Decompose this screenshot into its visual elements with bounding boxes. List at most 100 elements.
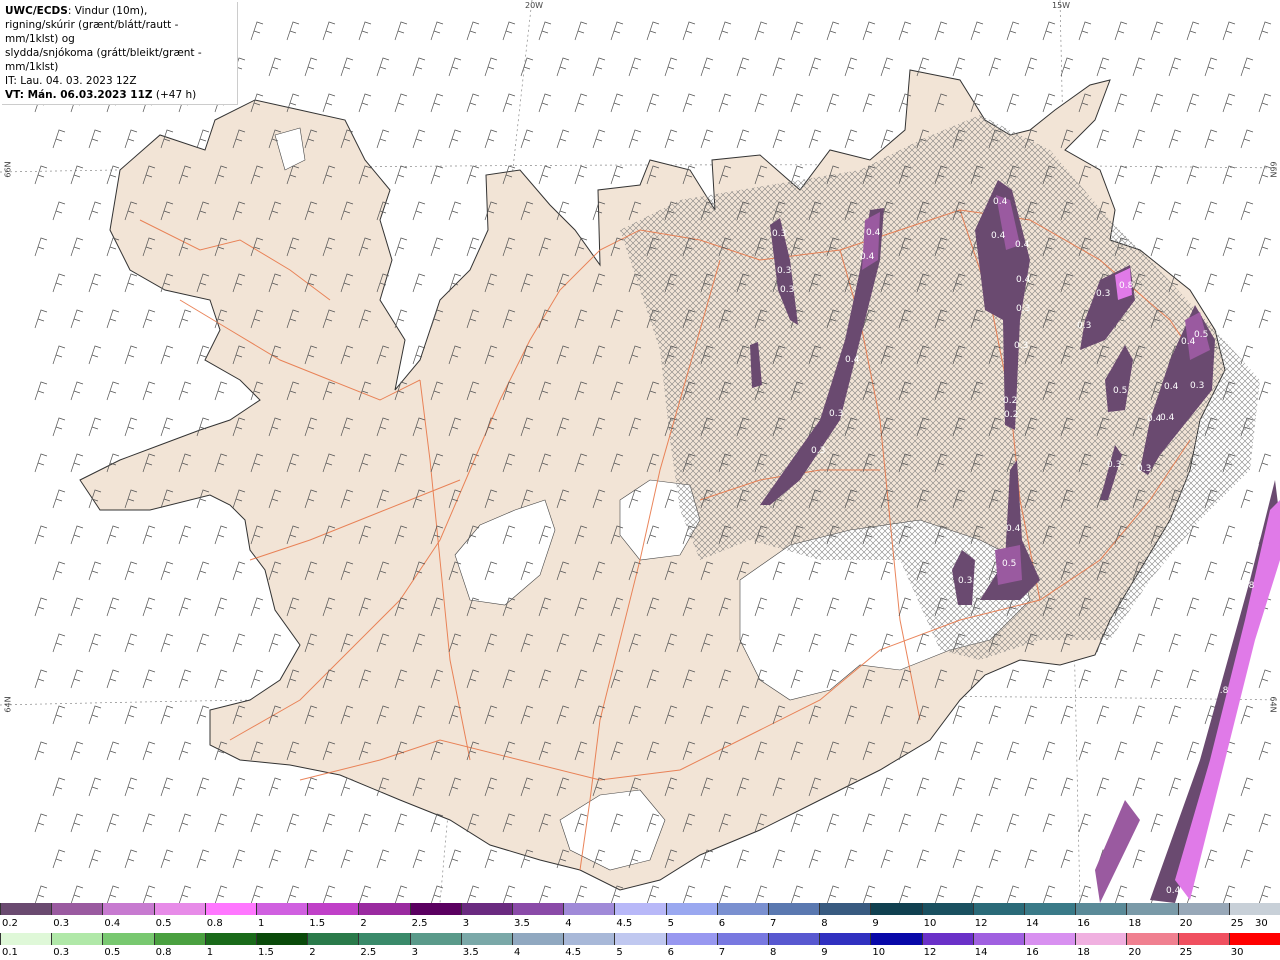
wind-barb — [898, 813, 912, 833]
weather-map: 0.3 0.3 0.3 0.4 0.4 0.4 0.3 0.3 0.4 0.4 0.4 0.4 0.3 0… — [0, 0, 1280, 905]
colorbar-cell — [716, 933, 769, 945]
wind-barb — [1078, 669, 1092, 689]
wind-barb — [1222, 813, 1236, 833]
wind-barb — [124, 417, 138, 437]
precip-value-label: 0.4 — [991, 231, 1006, 241]
wind-barb — [646, 21, 660, 41]
colorbar-tick-label: 12 — [923, 947, 937, 958]
colorbar-tick-label: 3.5 — [514, 918, 530, 929]
colorbar-cell — [153, 933, 205, 945]
header-line-3: slydda/snjókoma (grátt/bleikt/grænt - mm… — [5, 47, 202, 73]
wind-barb — [1150, 165, 1164, 185]
wind-barb — [1060, 705, 1074, 725]
wind-barb — [844, 129, 858, 149]
wind-barb — [682, 93, 696, 113]
wind-barb — [610, 93, 624, 113]
wind-barb — [304, 777, 318, 797]
colorbar-cell — [1126, 933, 1178, 945]
wind-barb — [376, 849, 390, 869]
colorbar-tick-label: 25 — [1179, 947, 1193, 958]
wind-barb — [286, 21, 300, 41]
wind-barb — [1060, 777, 1074, 797]
wind-barb — [520, 129, 534, 149]
wind-barb — [574, 93, 588, 113]
colorbar-tick-label: 0.5 — [104, 947, 121, 958]
precip-value-label: 0.3 — [1107, 460, 1121, 470]
precip-value-label: 0.4 — [866, 228, 881, 238]
colorbar-tick-label: 3.5 — [462, 947, 479, 958]
wind-barb — [1132, 777, 1146, 797]
precip-value-label: 0.3 — [958, 576, 972, 586]
wind-barb — [988, 849, 1002, 869]
colorbar-cell — [921, 933, 973, 945]
wind-barb — [466, 885, 480, 905]
wind-barb — [790, 885, 804, 905]
wind-barb — [1078, 741, 1092, 761]
colorbar-cell — [204, 933, 257, 945]
wind-barb — [142, 885, 156, 905]
wind-barb — [1168, 777, 1182, 797]
wind-barb — [232, 777, 246, 797]
wind-barb — [34, 453, 48, 473]
wind-barb — [862, 93, 876, 113]
wind-barb — [1204, 633, 1218, 653]
wind-barb — [250, 21, 264, 41]
precip-value-label: 0.4 — [993, 197, 1008, 207]
precip-value-label: 0.8 — [1214, 686, 1229, 696]
colorbar-cell — [1177, 903, 1229, 915]
wind-barb — [916, 777, 930, 797]
wind-barb — [394, 21, 408, 41]
colorbar-tick-label: 25 — [1230, 918, 1244, 929]
wind-barb — [538, 165, 552, 185]
wind-barb — [628, 129, 642, 149]
wind-barb — [106, 741, 120, 761]
precip-value-label: 0.3 — [1077, 321, 1091, 331]
wind-barb — [556, 57, 570, 77]
wind-barb — [484, 849, 498, 869]
wind-barb — [448, 849, 462, 869]
wind-barb — [394, 93, 408, 113]
wind-barb — [70, 381, 84, 401]
wind-barb — [106, 885, 120, 905]
wind-barb — [124, 561, 138, 581]
wind-barb — [826, 813, 840, 833]
colorbar-tick-label: 16 — [1077, 918, 1090, 929]
wind-barb — [142, 381, 156, 401]
wind-barb — [232, 561, 246, 581]
wind-barb — [736, 849, 750, 869]
wind-barb — [124, 849, 138, 869]
wind-barb — [1096, 57, 1110, 77]
wind-barb — [538, 93, 552, 113]
valid-time-offset: (+47 h) — [152, 89, 197, 101]
colorbar-tick-label: 4.5 — [565, 947, 582, 958]
wind-barb — [178, 741, 192, 761]
wind-barb — [88, 849, 102, 869]
wind-barb — [628, 57, 642, 77]
wind-barb — [1006, 669, 1020, 689]
colorbar-cell — [409, 903, 461, 915]
wind-barb — [646, 93, 660, 113]
wind-barb — [736, 129, 750, 149]
colorbar-tick-label: 1 — [206, 947, 214, 958]
wind-barb — [1168, 705, 1182, 725]
wind-barb — [88, 201, 102, 221]
header-line-1-rest: : Vindur (10m), — [67, 5, 148, 17]
wind-barb — [1240, 57, 1254, 77]
wind-barb — [1006, 21, 1020, 41]
wind-barb — [1186, 21, 1200, 41]
wind-barb — [1204, 561, 1218, 581]
wind-barb — [214, 813, 228, 833]
wind-barb — [88, 633, 102, 653]
precip-value-label: 0.4 — [1016, 275, 1031, 285]
wind-barb — [394, 885, 408, 905]
lon-15w-label: 15W — [1052, 1, 1071, 10]
wind-barb — [376, 129, 390, 149]
colorbar-cell — [51, 903, 103, 915]
colorbar-cell — [102, 933, 154, 945]
wind-barb — [88, 417, 102, 437]
wind-barb — [844, 57, 858, 77]
wind-barb — [1042, 93, 1056, 113]
wind-barb — [322, 885, 336, 905]
wind-barb — [70, 237, 84, 257]
wind-barb — [1204, 849, 1218, 869]
